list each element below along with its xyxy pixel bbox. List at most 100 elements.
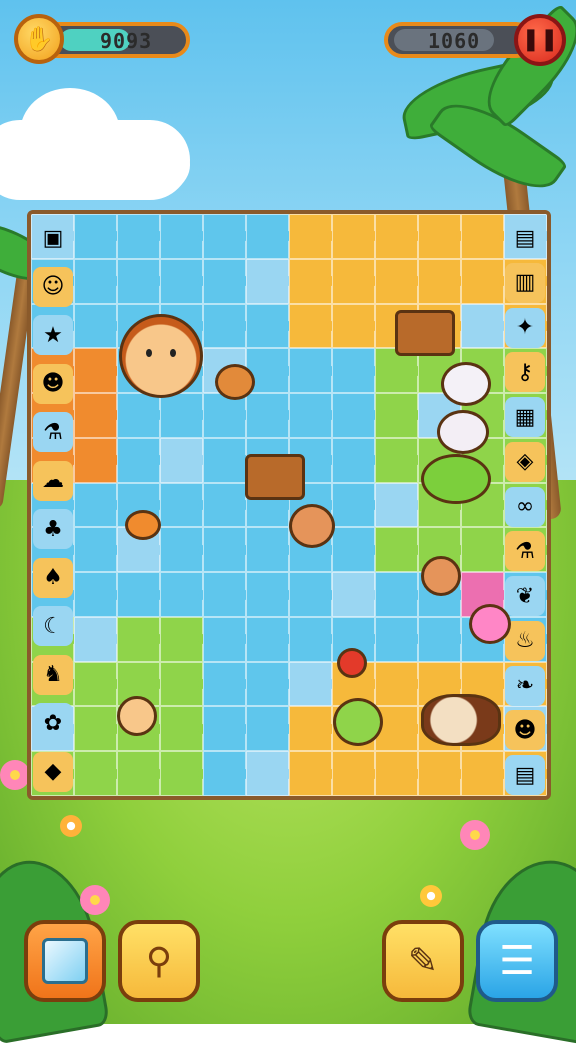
puzzle-tile[interactable] (375, 437, 423, 483)
book-stack-icon[interactable]: ▤ (505, 755, 545, 796)
puzzle-tile[interactable] (246, 661, 294, 707)
puzzle-tile[interactable] (203, 616, 251, 662)
puzzle-tile[interactable] (375, 661, 423, 707)
girl-character[interactable] (119, 314, 203, 398)
puzzle-tile[interactable] (74, 437, 122, 483)
pause-icon[interactable]: ❚❚ (514, 14, 566, 66)
puzzle-tile[interactable] (117, 616, 165, 662)
puzzle-tile[interactable] (203, 706, 251, 752)
puzzle-tile[interactable] (461, 214, 509, 259)
puzzle-tile[interactable] (246, 214, 294, 259)
puzzle-tile[interactable] (246, 527, 294, 573)
puzzle-tile[interactable] (289, 706, 337, 752)
puzzle-tile[interactable] (74, 706, 122, 752)
puzzle-tile[interactable] (203, 661, 251, 707)
puzzle-tile[interactable] (461, 527, 509, 573)
green-alien[interactable] (333, 698, 383, 746)
puzzle-tile[interactable] (332, 303, 380, 349)
pear-icon[interactable]: ♠ (33, 557, 73, 598)
ice-cube-icon[interactable]: ◆ (33, 751, 73, 792)
puzzle-tile[interactable] (418, 616, 466, 662)
puzzle-tile[interactable] (289, 751, 337, 796)
puzzle-tile[interactable] (160, 393, 208, 438)
puzzle-tile[interactable] (246, 393, 294, 438)
pin-button[interactable]: ✎ (382, 920, 464, 1002)
puzzle-tile[interactable] (289, 348, 337, 394)
pirate-icon[interactable]: ☻ (33, 363, 73, 404)
monkey-icon[interactable]: ☺ (33, 266, 73, 307)
puzzle-tile[interactable] (332, 214, 380, 259)
puzzle-tile[interactable] (160, 214, 208, 259)
puzzle-tile[interactable] (160, 616, 208, 662)
puzzle-tile[interactable] (74, 616, 122, 662)
menu-button[interactable]: ☰ (476, 920, 558, 1002)
puzzle-tile[interactable] (375, 751, 423, 796)
hint-button[interactable]: ⚲ (118, 920, 200, 1002)
ghost-icon[interactable]: ☁ (33, 460, 73, 501)
puzzle-tile[interactable] (160, 572, 208, 617)
puzzle-tile[interactable] (289, 572, 337, 617)
cake-icon[interactable]: ♨ (505, 620, 545, 661)
puzzle-tile[interactable] (203, 527, 251, 573)
puzzle-tile[interactable] (375, 616, 423, 662)
puzzle-tile[interactable] (117, 572, 165, 617)
puzzle-tile[interactable] (332, 527, 380, 573)
puzzle-tile[interactable] (117, 437, 165, 483)
puzzle-tile[interactable] (332, 751, 380, 796)
puzzle-tile[interactable] (246, 616, 294, 662)
puzzle-tile[interactable] (160, 482, 208, 528)
red-balloon[interactable] (337, 648, 367, 678)
horse-icon[interactable]: ♞ (33, 654, 73, 695)
puzzle-tile[interactable] (74, 214, 122, 259)
puzzle-tile[interactable] (418, 258, 466, 304)
puzzle-tile[interactable] (117, 214, 165, 259)
puzzle-tile[interactable] (375, 258, 423, 304)
puzzle-tile[interactable] (117, 393, 165, 438)
puzzle-tile[interactable] (375, 482, 423, 528)
puzzle-tile[interactable] (246, 706, 294, 752)
puzzle-tile[interactable] (289, 393, 337, 438)
puzzle-tile[interactable] (74, 393, 122, 438)
puzzle-tile[interactable] (160, 527, 208, 573)
pretzel-icon[interactable]: ❦ (505, 576, 545, 617)
puzzle-tile[interactable] (203, 258, 251, 304)
puzzle-tile[interactable] (332, 482, 380, 528)
puzzle-tile[interactable] (461, 258, 509, 304)
puzzle-tile[interactable] (289, 303, 337, 349)
puzzle-tile[interactable] (74, 258, 122, 304)
monkey-character[interactable] (421, 556, 461, 596)
puzzle-tile[interactable] (74, 661, 122, 707)
puzzle-tile[interactable] (74, 527, 122, 573)
puzzle-tile[interactable] (74, 482, 122, 528)
puzzle-tile[interactable] (332, 572, 380, 617)
puzzle-tile[interactable] (74, 751, 122, 796)
puzzle-tile[interactable] (375, 572, 423, 617)
puzzle-tile[interactable] (160, 661, 208, 707)
puzzle-tile[interactable] (160, 437, 208, 483)
puzzle-tile[interactable] (117, 751, 165, 796)
puzzle-tile[interactable] (375, 393, 423, 438)
puzzle-tile[interactable] (289, 616, 337, 662)
puzzle-tile[interactable] (461, 303, 509, 349)
puzzle-tile[interactable] (203, 751, 251, 796)
puzzle-tile[interactable] (289, 258, 337, 304)
puzzle-tile[interactable] (117, 258, 165, 304)
puzzle-tile[interactable] (375, 527, 423, 573)
puzzle-tile[interactable] (375, 214, 423, 259)
cube-button[interactable] (24, 920, 106, 1002)
bottle-icon[interactable]: ⚗ (33, 412, 73, 452)
puzzle-tile[interactable] (289, 661, 337, 707)
puzzle-tile[interactable] (246, 258, 294, 304)
puzzle-tile[interactable] (203, 214, 251, 259)
puzzle-tile[interactable] (203, 437, 251, 483)
fairy-icon[interactable]: ✦ (505, 307, 545, 348)
coin-hand-icon[interactable]: ✋ (14, 14, 64, 64)
star-icon[interactable]: ★ (33, 315, 73, 355)
puzzle-tile[interactable] (332, 348, 380, 394)
sugar-cube-icon[interactable]: ▣ (33, 218, 73, 258)
banana-icon[interactable]: ☾ (33, 606, 73, 646)
puzzle-tile[interactable] (203, 303, 251, 349)
puzzle-tile[interactable] (461, 751, 509, 796)
puzzle-tile[interactable] (203, 572, 251, 617)
guinea-pig[interactable] (421, 694, 501, 746)
